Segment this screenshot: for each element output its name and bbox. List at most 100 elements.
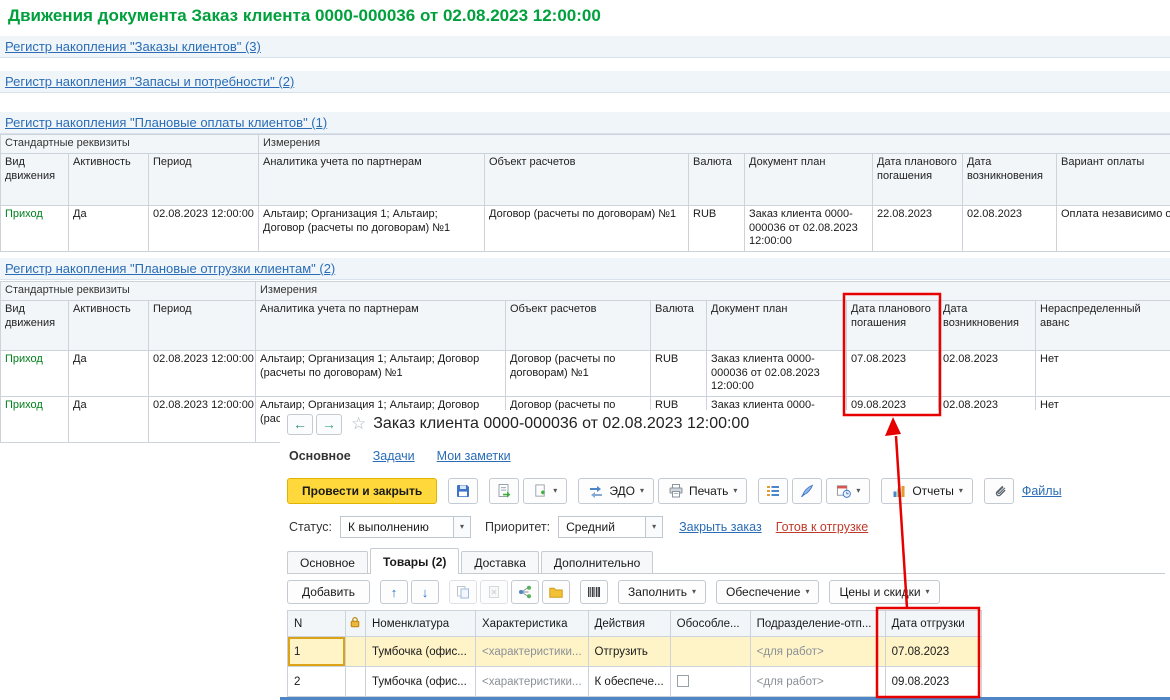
reminder-button[interactable]: ▾ bbox=[826, 478, 870, 504]
items-row[interactable]: 1 Тумбочка (офис... <характеристики... О… bbox=[288, 637, 982, 667]
column-header[interactable]: Вид движения bbox=[1, 153, 69, 205]
post-and-close-button[interactable]: Провести и закрыть bbox=[287, 478, 437, 504]
cell-line-number[interactable]: 1 bbox=[288, 637, 346, 667]
column-header[interactable]: Период bbox=[149, 300, 256, 350]
column-header[interactable]: Аналитика учета по партнерам bbox=[259, 153, 485, 205]
tab-delivery[interactable]: Доставка bbox=[461, 551, 539, 573]
column-header[interactable]: Дата возникновения bbox=[963, 153, 1057, 205]
column-header-department[interactable]: Подразделение-отп... bbox=[750, 611, 885, 637]
column-header[interactable]: Документ план bbox=[707, 300, 847, 350]
forward-button[interactable]: → bbox=[316, 414, 342, 435]
column-header[interactable]: Аналитика учета по партнерам bbox=[256, 300, 506, 350]
register-link-payments[interactable]: Регистр накопления "Плановые оплаты клие… bbox=[5, 115, 327, 130]
structure-button[interactable] bbox=[758, 478, 788, 504]
task-button[interactable] bbox=[792, 478, 822, 504]
cell-advance[interactable]: Нет bbox=[1036, 350, 1170, 396]
ready-to-ship-link[interactable]: Готов к отгрузке bbox=[776, 520, 869, 534]
column-header-actions[interactable]: Действия bbox=[588, 611, 670, 637]
column-header[interactable]: Вид движения bbox=[1, 300, 69, 350]
column-header-separate[interactable]: Обособле... bbox=[670, 611, 750, 637]
barcode-button[interactable] bbox=[580, 580, 608, 604]
prices-button[interactable]: Цены и скидки ▾ bbox=[829, 580, 939, 604]
items-row[interactable]: 2 Тумбочка (офис... <характеристики... К… bbox=[288, 667, 982, 697]
lock-icon-column-header[interactable] bbox=[346, 611, 366, 637]
cell-payment-option[interactable]: Оплата независимо о bbox=[1057, 205, 1170, 251]
back-button[interactable]: ← bbox=[287, 414, 313, 435]
favorite-star-icon[interactable]: ☆ bbox=[351, 414, 366, 434]
cell-characteristic[interactable]: <характеристики... bbox=[476, 667, 589, 697]
table-row[interactable]: Приход Да 02.08.2023 12:00:00 Альтаир; О… bbox=[1, 350, 1170, 396]
cell-nomenclature[interactable]: Тумбочка (офис... bbox=[366, 637, 476, 667]
move-up-button[interactable]: ↑ bbox=[380, 580, 408, 604]
attach-button[interactable] bbox=[984, 478, 1014, 504]
cell-currency[interactable]: RUB bbox=[651, 350, 707, 396]
cell-department[interactable]: <для работ> bbox=[750, 637, 885, 667]
column-header-nomenclature[interactable]: Номенклатура bbox=[366, 611, 476, 637]
status-dropdown-button[interactable]: ▾ bbox=[453, 517, 470, 537]
priority-combo[interactable]: Средний ▾ bbox=[558, 516, 663, 538]
cell-period[interactable]: 02.08.2023 12:00:00 bbox=[149, 205, 259, 251]
edo-button[interactable]: ЭДО ▾ bbox=[578, 478, 654, 504]
tab-main[interactable]: Основное bbox=[287, 551, 368, 573]
column-header[interactable]: Валюта bbox=[651, 300, 707, 350]
column-header[interactable]: Дата планового погашения bbox=[873, 153, 963, 205]
cell-period[interactable]: 02.08.2023 12:00:00 bbox=[149, 350, 256, 396]
navtab-notes[interactable]: Мои заметки bbox=[437, 449, 511, 463]
separate-checkbox[interactable] bbox=[677, 675, 689, 687]
cell-due-date[interactable]: 07.08.2023 bbox=[847, 350, 939, 396]
column-header[interactable]: Активность bbox=[69, 153, 149, 205]
cell-partner-analytics[interactable]: Альтаир; Организация 1; Альтаир; Договор… bbox=[256, 350, 506, 396]
cell-activity[interactable]: Да bbox=[69, 205, 149, 251]
cell-nomenclature[interactable]: Тумбочка (офис... bbox=[366, 667, 476, 697]
save-button[interactable] bbox=[448, 478, 478, 504]
navtab-tasks[interactable]: Задачи bbox=[373, 449, 415, 463]
close-order-link[interactable]: Закрыть заказ bbox=[679, 520, 762, 534]
fill-button[interactable]: Заполнить ▾ bbox=[618, 580, 706, 604]
cell-origin-date[interactable]: 02.08.2023 bbox=[939, 350, 1036, 396]
cell-ship-date[interactable]: 07.08.2023 bbox=[885, 637, 981, 667]
register-link-shipments[interactable]: Регистр накопления "Плановые отгрузки кл… bbox=[5, 261, 335, 276]
create-based-on-button[interactable]: ▾ bbox=[523, 478, 567, 504]
column-header[interactable]: Активность bbox=[69, 300, 149, 350]
cell-plan-document[interactable]: Заказ клиента 0000-000036 от 02.08.2023 … bbox=[745, 205, 873, 251]
cell-settlement-object[interactable]: Договор (расчеты по договорам) №1 bbox=[485, 205, 689, 251]
register-link-orders[interactable]: Регистр накопления "Заказы клиентов" (3) bbox=[5, 39, 261, 54]
column-header-ship-date[interactable]: Дата отгрузки bbox=[885, 611, 981, 637]
cell-movement-type[interactable]: Приход bbox=[1, 350, 69, 396]
column-header[interactable]: Вариант оплаты bbox=[1057, 153, 1170, 205]
supply-button[interactable]: Обеспечение ▾ bbox=[716, 580, 819, 604]
cell-ship-date[interactable]: 09.08.2023 bbox=[885, 667, 981, 697]
column-header[interactable]: Период bbox=[149, 153, 259, 205]
cell-period[interactable]: 02.08.2023 12:00:00 bbox=[149, 397, 256, 443]
cell-currency[interactable]: RUB bbox=[689, 205, 745, 251]
cell-lock[interactable] bbox=[346, 637, 366, 667]
column-header[interactable]: Дата возникновения bbox=[939, 300, 1036, 350]
copy-row-button[interactable] bbox=[449, 580, 477, 604]
cell-line-number[interactable]: 2 bbox=[288, 667, 346, 697]
tab-additional[interactable]: Дополнительно bbox=[541, 551, 653, 573]
cell-settlement-object[interactable]: Договор (расчеты по договорам) №1 bbox=[506, 350, 651, 396]
cell-action[interactable]: Отгрузить bbox=[588, 637, 670, 667]
priority-dropdown-button[interactable]: ▾ bbox=[645, 517, 662, 537]
print-button[interactable]: Печать ▾ bbox=[658, 478, 747, 504]
cell-characteristic[interactable]: <характеристики... bbox=[476, 637, 589, 667]
cell-partner-analytics[interactable]: Альтаир; Организация 1; Альтаир; Договор… bbox=[259, 205, 485, 251]
cell-activity[interactable]: Да bbox=[69, 397, 149, 443]
cell-department[interactable]: <для работ> bbox=[750, 667, 885, 697]
cell-action[interactable]: К обеспече... bbox=[588, 667, 670, 697]
navtab-main[interactable]: Основное bbox=[289, 449, 351, 463]
cell-lock[interactable] bbox=[346, 667, 366, 697]
cell-due-date[interactable]: 22.08.2023 bbox=[873, 205, 963, 251]
register-link-stock[interactable]: Регистр накопления "Запасы и потребности… bbox=[5, 74, 294, 89]
cell-movement-type[interactable]: Приход bbox=[1, 205, 69, 251]
cell-plan-document[interactable]: Заказ клиента 0000-000036 от 02.08.2023 … bbox=[707, 350, 847, 396]
status-combo[interactable]: К выполнению ▾ bbox=[340, 516, 471, 538]
cell-separate[interactable] bbox=[670, 637, 750, 667]
column-header[interactable]: Нераспределенный аванс bbox=[1036, 300, 1170, 350]
column-header-n[interactable]: N bbox=[288, 611, 346, 637]
reports-button[interactable]: Отчеты ▾ bbox=[881, 478, 973, 504]
column-header[interactable]: Объект расчетов bbox=[506, 300, 651, 350]
tab-goods[interactable]: Товары (2) bbox=[370, 548, 459, 574]
table-row[interactable]: Приход Да 02.08.2023 12:00:00 Альтаир; О… bbox=[1, 205, 1170, 251]
column-header-due-date[interactable]: Дата планового погашения bbox=[847, 300, 939, 350]
